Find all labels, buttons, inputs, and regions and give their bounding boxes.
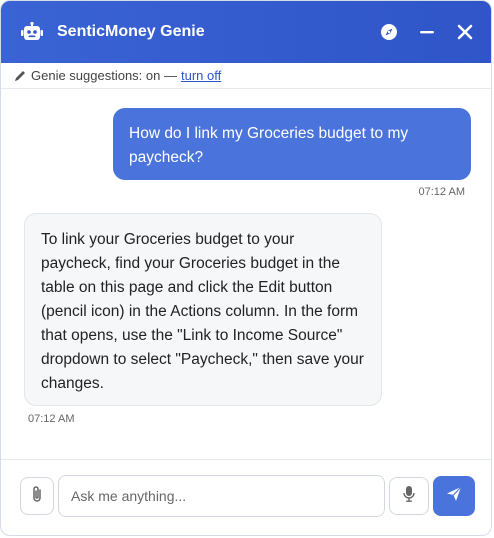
pencil-icon [13, 69, 27, 83]
send-icon [445, 485, 463, 508]
assistant-message: To link your Groceries budget to your pa… [24, 213, 382, 406]
minimize-icon[interactable] [417, 22, 437, 42]
send-button[interactable] [433, 476, 475, 516]
message-input[interactable] [58, 475, 385, 517]
chat-header: SenticMoney Genie [1, 1, 491, 63]
microphone-button[interactable] [389, 477, 429, 515]
close-icon[interactable] [455, 22, 475, 42]
microphone-icon [403, 485, 415, 508]
user-message: How do I link my Groceries budget to my … [113, 108, 471, 180]
user-message-time: 07:12 AM [418, 186, 465, 198]
attach-button[interactable] [20, 477, 54, 515]
suggestions-status: Genie suggestions: on — [31, 68, 177, 83]
assistant-message-time: 07:12 AM [28, 413, 75, 425]
chat-window: SenticMoney Genie Genie suggestions: on … [0, 0, 492, 536]
suggestions-bar: Genie suggestions: on — turn off [1, 63, 491, 89]
composer [1, 459, 491, 535]
robot-icon [21, 21, 45, 43]
compass-icon[interactable] [379, 22, 399, 42]
paperclip-icon [30, 485, 44, 508]
chat-title: SenticMoney Genie [57, 23, 205, 40]
turn-off-link[interactable]: turn off [181, 68, 221, 83]
